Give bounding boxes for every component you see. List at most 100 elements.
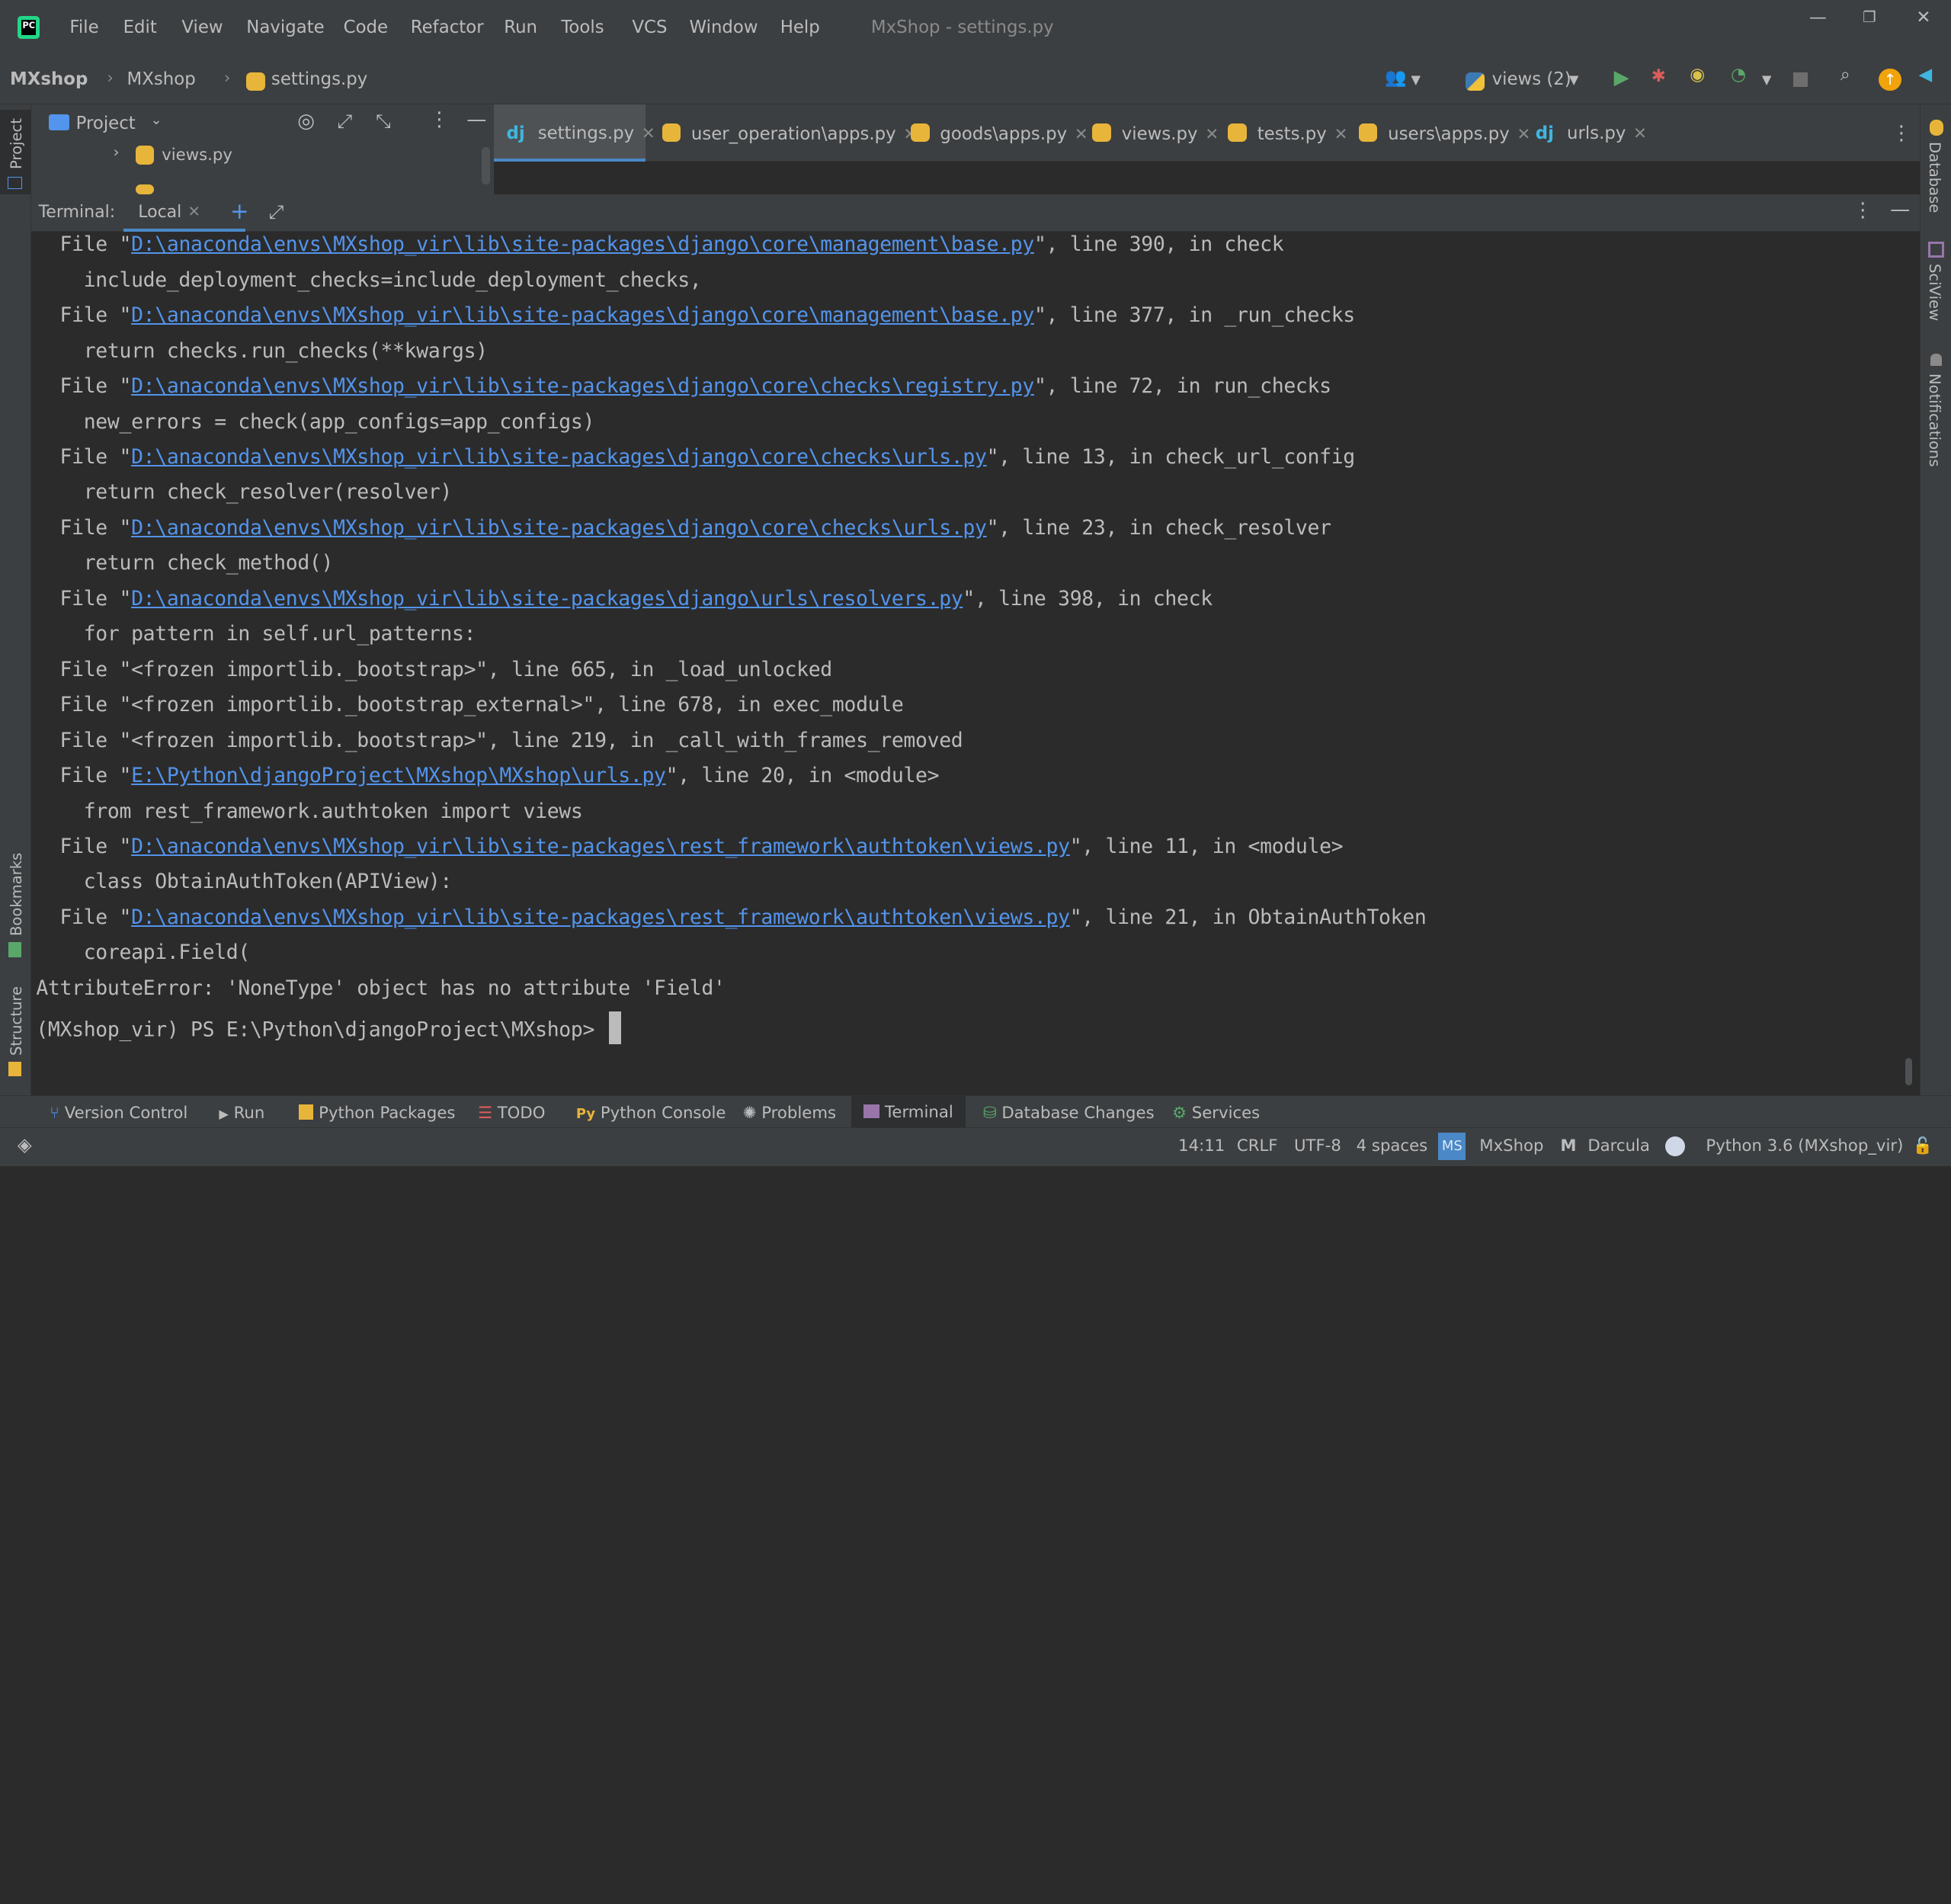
options-icon[interactable]: ⋮ — [1853, 199, 1873, 222]
file-path-link[interactable]: D:\anaconda\envs\MXshop_vir\lib\site-pac… — [131, 587, 963, 611]
file-path-link[interactable]: D:\anaconda\envs\MXshop_vir\lib\site-pac… — [131, 906, 1070, 929]
bookmarks-strip-label[interactable]: Bookmarks — [8, 852, 25, 935]
python-console-button[interactable]: Py Python Console — [566, 1101, 736, 1126]
project-name[interactable]: MxShop — [1479, 1136, 1543, 1156]
terminal-text: ", line 20, in <module> — [665, 764, 940, 788]
file-path-link[interactable]: D:\anaconda\envs\MXshop_vir\lib\site-pac… — [131, 303, 1034, 327]
terminal-tab-local[interactable]: Local ✕ — [123, 194, 245, 232]
chevron-down-icon[interactable]: ▼ — [1411, 72, 1421, 87]
new-terminal-icon[interactable]: + — [230, 198, 249, 224]
line-separator[interactable]: CRLF — [1237, 1136, 1278, 1156]
python-packages-button[interactable]: Python Packages — [289, 1101, 466, 1126]
caret-position[interactable]: 14:11 — [1178, 1136, 1225, 1156]
file-path-link[interactable]: D:\anaconda\envs\MXshop_vir\lib\site-pac… — [131, 232, 1034, 256]
close-tab-icon[interactable]: ✕ — [188, 203, 200, 220]
restore-icon[interactable]: ❐ — [1863, 8, 1876, 26]
breadcrumb-project[interactable]: MXshop — [10, 69, 88, 89]
file-encoding[interactable]: UTF-8 — [1294, 1136, 1341, 1156]
terminal-text: File " — [36, 586, 132, 611]
django-icon: dj — [1535, 123, 1554, 143]
hide-terminal-icon[interactable]: — — [1890, 198, 1910, 221]
indent-setting[interactable]: 4 spaces — [1357, 1136, 1428, 1156]
menu-code[interactable]: Code — [344, 18, 388, 37]
collaboration-icon[interactable]: 👥 — [1385, 67, 1406, 88]
tab-settings[interactable]: dj settings.py ✕ — [494, 104, 655, 162]
chevron-right-icon[interactable]: › — [114, 143, 120, 161]
locate-icon[interactable]: ◎ — [297, 110, 315, 133]
breadcrumb-file[interactable]: settings.py — [271, 69, 367, 89]
project-panel-title[interactable]: Project — [76, 114, 136, 133]
menu-navigate[interactable]: Navigate — [246, 18, 324, 37]
terminal-text: ", line 377, in _run_checks — [1033, 303, 1355, 328]
stop-icon[interactable] — [1792, 72, 1808, 88]
file-path-link[interactable]: D:\anaconda\envs\MXshop_vir\lib\site-pac… — [131, 445, 987, 469]
file-path-link[interactable]: D:\anaconda\envs\MXshop_vir\lib\site-pac… — [131, 374, 1034, 398]
file-path-link[interactable]: E:\Python\djangoProject\MXshop\MXshop\ur… — [131, 764, 666, 787]
theme-name[interactable]: Darcula — [1587, 1136, 1650, 1156]
options-icon[interactable]: ⋮ — [429, 108, 449, 131]
close-tab-icon[interactable]: ✕ — [1633, 124, 1647, 143]
sciview-strip-label[interactable]: SciView — [1926, 264, 1943, 321]
tab-urls[interactable]: dj urls.py ✕ — [1523, 104, 1659, 162]
notifications-strip-label[interactable]: Notifications — [1926, 373, 1943, 467]
project-tool-window-button[interactable]: Project — [0, 109, 31, 194]
maximize-icon[interactable]: ⤢ — [269, 200, 284, 223]
terminal-button[interactable]: Terminal — [851, 1096, 966, 1128]
breadcrumb-folder[interactable]: MXshop — [127, 69, 196, 89]
chevron-down-icon[interactable]: ⌄ — [151, 112, 162, 128]
menu-run[interactable]: Run — [504, 18, 537, 37]
version-control-button[interactable]: ⑂ Version Control — [40, 1101, 197, 1126]
terminal-text: coreapi.Field( — [36, 941, 251, 965]
problems-button[interactable]: ✺ Problems — [733, 1101, 846, 1126]
menu-file[interactable]: File — [69, 18, 98, 37]
terminal-header: Terminal: Local ✕ + ⤢ ⋮ — — [30, 194, 1921, 232]
minimize-icon[interactable]: — — [1809, 8, 1827, 27]
database-strip-label[interactable]: Database — [1926, 142, 1943, 213]
tab-goods-apps[interactable]: goods\apps.py ✕ — [899, 104, 1100, 162]
left-tool-strip: Project Bookmarks Structure — [0, 104, 31, 1095]
python-interpreter[interactable]: Python 3.6 (MXshop_vir) — [1706, 1136, 1903, 1156]
menu-tools[interactable]: Tools — [561, 18, 604, 37]
terminal-text: File "<frozen importlib._bootstrap>", li… — [36, 728, 963, 752]
editor-area[interactable] — [494, 162, 1921, 194]
collapse-all-icon[interactable]: ⤡ — [376, 110, 391, 132]
run-icon[interactable]: ▶ — [1614, 66, 1629, 89]
todo-button[interactable]: ☰ TODO — [468, 1101, 556, 1126]
menu-edit[interactable]: Edit — [123, 18, 157, 37]
run-config-select[interactable]: views (2) — [1492, 69, 1571, 89]
branch-icon: ⑂ — [50, 1104, 60, 1123]
services-button[interactable]: ⚙ Services — [1162, 1101, 1270, 1126]
terminal-scrollbar[interactable] — [1905, 1057, 1913, 1085]
file-path-link[interactable]: D:\anaconda\envs\MXshop_vir\lib\site-pac… — [131, 835, 1070, 858]
tab-tests[interactable]: tests.py ✕ — [1216, 104, 1360, 162]
run-button[interactable]: ▶ Run — [209, 1101, 274, 1126]
tab-user-operation-apps[interactable]: user_operation\apps.py✕ — [649, 104, 929, 162]
menu-refactor[interactable]: Refactor — [411, 18, 484, 37]
tabs-menu-icon[interactable]: ⋮ — [1892, 122, 1911, 145]
tree-item-views[interactable]: views.py — [162, 146, 232, 165]
close-window-icon[interactable]: ✕ — [1916, 8, 1930, 27]
coverage-icon[interactable]: ◉ — [1690, 65, 1705, 85]
database-changes-button[interactable]: ⛁ Database Changes — [973, 1101, 1165, 1126]
chevron-down-icon[interactable]: ▼ — [1762, 72, 1772, 87]
profile-icon[interactable]: ◔ — [1731, 65, 1746, 85]
update-icon[interactable]: ↑ — [1879, 68, 1901, 91]
python-file-icon — [911, 123, 930, 143]
layers-icon[interactable]: ◈ — [18, 1133, 32, 1156]
project-scrollbar[interactable] — [481, 146, 491, 184]
file-path-link[interactable]: D:\anaconda\envs\MXshop_vir\lib\site-pac… — [131, 516, 987, 540]
structure-strip-label[interactable]: Structure — [8, 986, 25, 1055]
menu-vcs[interactable]: VCS — [632, 18, 667, 37]
tab-users-apps[interactable]: users\apps.py ✕ — [1347, 104, 1543, 162]
menu-view[interactable]: View — [181, 18, 223, 37]
chevron-down-icon[interactable]: ▼ — [1569, 72, 1579, 87]
code-with-me-icon[interactable]: ◀ — [1919, 65, 1933, 85]
menu-window[interactable]: Window — [690, 18, 758, 37]
lock-icon[interactable]: 🔓 — [1912, 1136, 1932, 1156]
tab-views[interactable]: views.py ✕ — [1080, 104, 1231, 162]
search-icon[interactable]: ⌕ — [1840, 65, 1850, 85]
expand-all-icon[interactable]: ⤢ — [337, 110, 352, 132]
hide-panel-icon[interactable]: — — [466, 108, 486, 131]
menu-help[interactable]: Help — [780, 18, 820, 37]
debug-icon[interactable]: ✱ — [1651, 66, 1666, 86]
